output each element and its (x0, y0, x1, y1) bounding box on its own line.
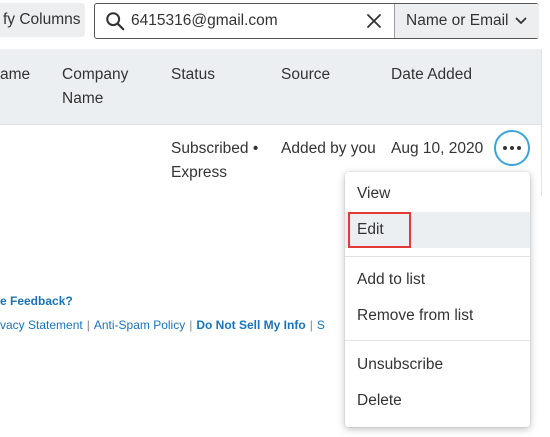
menu-item-unsubscribe[interactable]: Unsubscribe (345, 347, 530, 383)
footer-links: vacy Statement | Anti-Spam Policy | Do Not S… (0, 318, 325, 332)
table-header: ame Company Name Status Source Date Adde… (0, 49, 541, 124)
chevron-down-icon (515, 17, 527, 24)
menu-item-view[interactable]: View (345, 176, 530, 212)
menu-item-remove-from-list[interactable]: Remove from list (345, 298, 530, 334)
privacy-statement-link[interactable]: vacy Statement (0, 318, 83, 332)
column-header-source[interactable]: Source (281, 63, 330, 87)
modify-columns-button[interactable]: fy Columns (0, 3, 85, 37)
date-added-cell: Aug 10, 2020 (391, 140, 484, 157)
search-icon (106, 12, 125, 31)
menu-item-edit[interactable]: Edit (345, 212, 530, 248)
search-input[interactable] (131, 8, 351, 34)
status-cell: Subscribed • Express (171, 140, 259, 181)
search-box: Name or Email (94, 3, 539, 39)
feedback-link[interactable]: e Feedback? (0, 294, 73, 308)
footer-separator: | (309, 318, 313, 332)
menu-item-add-to-list[interactable]: Add to list (345, 262, 530, 298)
row-actions-menu: View Edit Add to list Remove from list U… (345, 172, 530, 427)
anti-spam-policy-link[interactable]: Anti-Spam Policy (94, 318, 185, 332)
column-header-status[interactable]: Status (171, 63, 215, 87)
column-header-date-added[interactable]: Date Added (391, 63, 472, 87)
footer-separator: | (86, 318, 90, 332)
menu-divider (345, 340, 530, 341)
footer-link-truncated[interactable]: S (317, 318, 325, 332)
do-not-sell-link[interactable]: Do Not Sell My Info (196, 318, 305, 332)
search-type-select[interactable]: Name or Email (394, 4, 539, 38)
more-horizontal-icon (503, 146, 521, 150)
row-actions-button[interactable] (494, 130, 530, 166)
search-type-label: Name or Email (406, 12, 509, 29)
close-icon[interactable] (366, 13, 382, 29)
source-cell: Added by you (281, 140, 376, 157)
column-header-company[interactable]: Company Name (62, 63, 142, 111)
column-header-name[interactable]: ame (0, 63, 30, 87)
footer-separator: | (189, 318, 193, 332)
menu-item-delete[interactable]: Delete (345, 383, 530, 419)
menu-divider (345, 256, 530, 257)
